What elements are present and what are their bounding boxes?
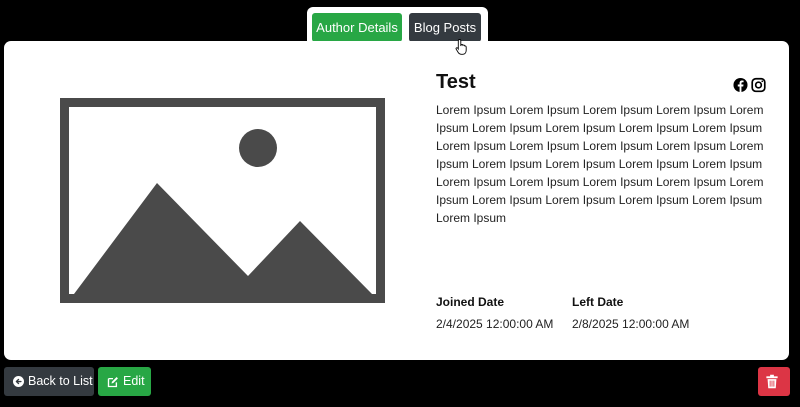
left-date-value: 2/8/2025 12:00:00 AM: [572, 317, 690, 331]
image-placeholder-icon: [60, 98, 385, 303]
back-to-list-label: Back to List: [28, 374, 93, 388]
author-description: Lorem Ipsum Lorem Ipsum Lorem Ipsum Lore…: [436, 103, 764, 225]
author-card: Test Lorem Ipsum Lorem Ipsum Lorem Ipsum…: [4, 41, 789, 360]
left-date-label: Left Date: [572, 295, 624, 309]
delete-button[interactable]: [758, 367, 790, 396]
trash-icon: [766, 374, 778, 389]
tab-blog-posts[interactable]: Blog Posts: [409, 13, 481, 42]
joined-date-label: Joined Date: [436, 295, 505, 309]
edit-icon: [107, 376, 118, 387]
facebook-icon[interactable]: [733, 77, 748, 93]
edit-label: Edit: [123, 374, 145, 388]
page: Author Details Blog Posts Test Lorem Ips…: [0, 0, 800, 407]
tab-strip: Author Details Blog Posts: [307, 7, 488, 45]
instagram-icon[interactable]: [751, 77, 766, 93]
arrow-left-circle-icon: [13, 376, 24, 387]
tab-author-details[interactable]: Author Details: [312, 13, 402, 42]
back-to-list-button[interactable]: Back to List: [4, 367, 94, 396]
edit-button[interactable]: Edit: [98, 367, 151, 396]
joined-date-value: 2/4/2025 12:00:00 AM: [436, 317, 554, 331]
author-name: Test: [436, 71, 476, 93]
